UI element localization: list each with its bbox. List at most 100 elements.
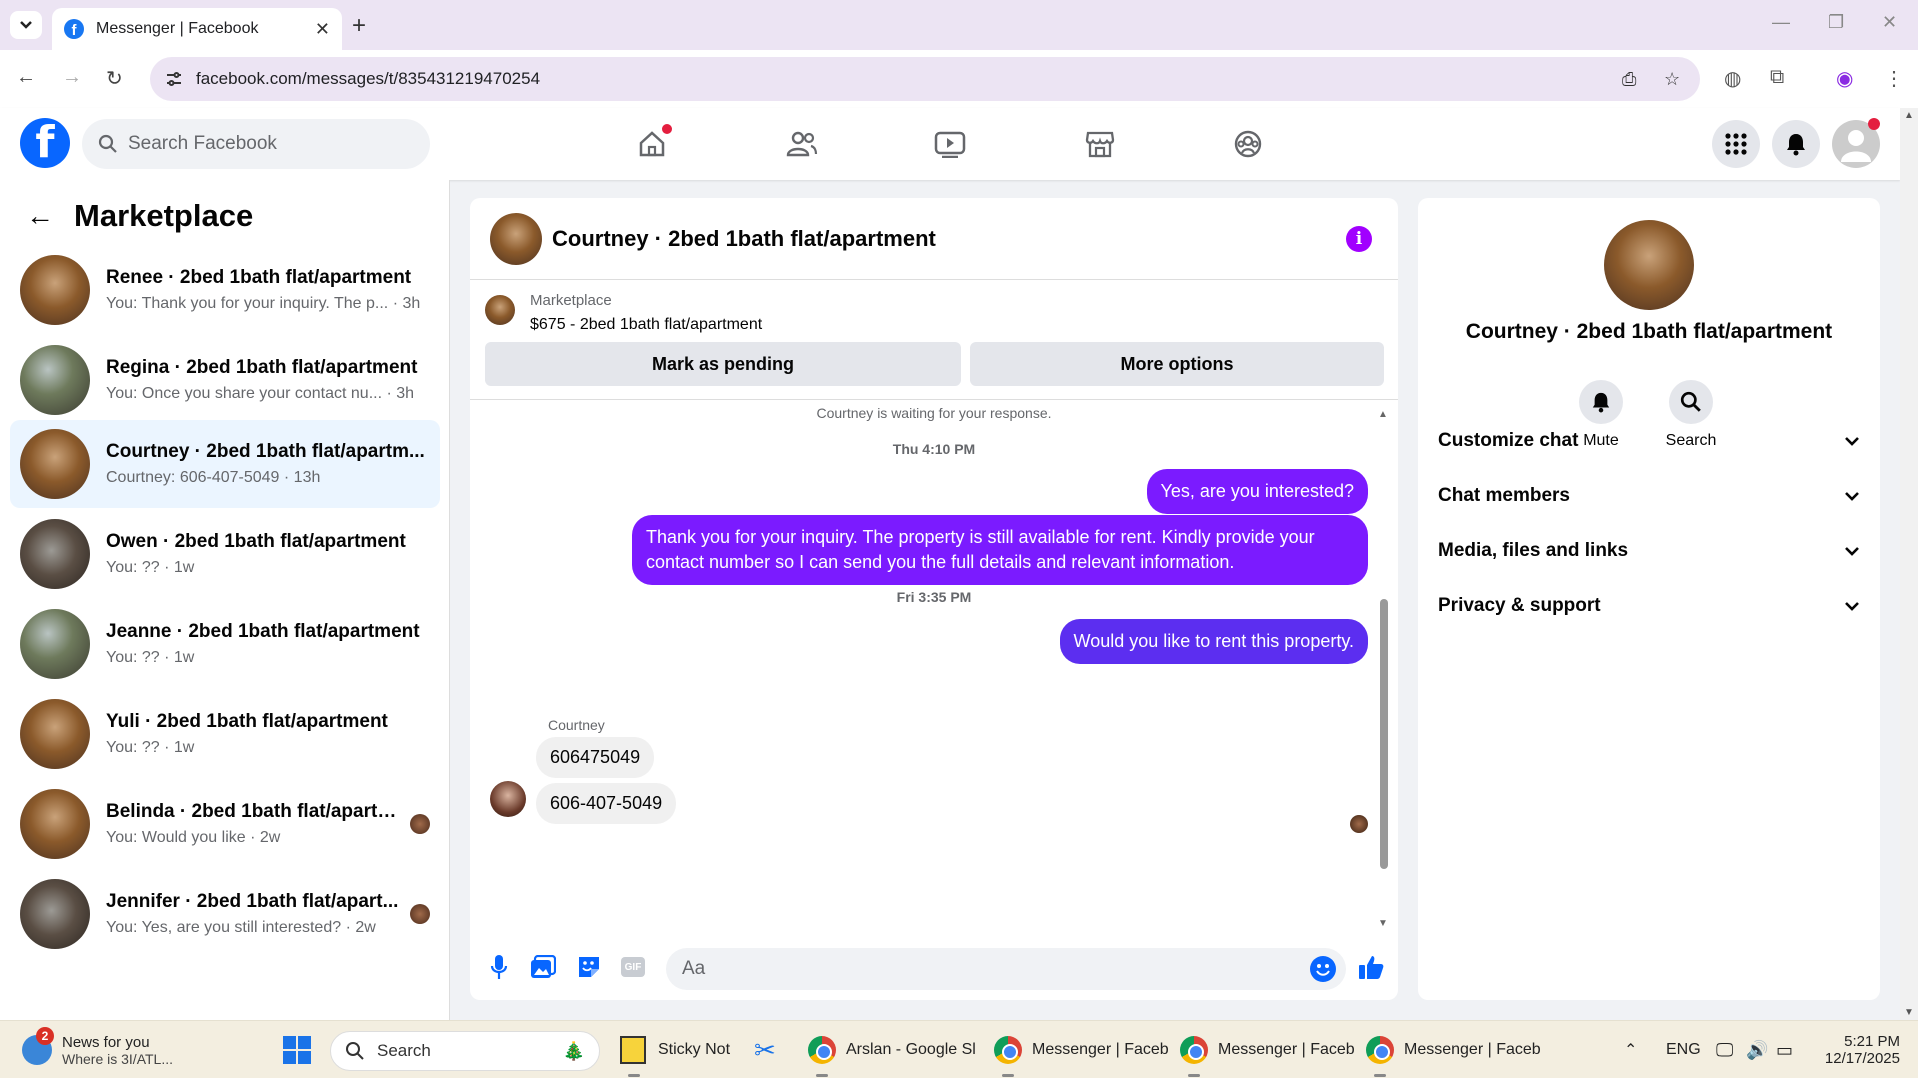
- snipping-tool-app[interactable]: ✂: [754, 1021, 776, 1078]
- chat-avatar[interactable]: [490, 212, 542, 265]
- media-files-links-row[interactable]: Media, files and links: [1438, 524, 1860, 578]
- news-widget[interactable]: 2 News for you Where is 3I/ATL...: [22, 1021, 173, 1078]
- privacy-support-row[interactable]: Privacy & support: [1438, 579, 1860, 633]
- page-scrollbar[interactable]: ▲ ▼: [1900, 108, 1918, 1020]
- restore-icon[interactable]: ❐: [1828, 12, 1844, 33]
- battery-icon[interactable]: ▭: [1776, 1021, 1793, 1078]
- account-avatar[interactable]: [1832, 118, 1880, 168]
- friends-icon[interactable]: [780, 122, 824, 166]
- chat-info-avatar[interactable]: [1604, 220, 1694, 310]
- groups-gaming-icon[interactable]: [1226, 122, 1270, 166]
- back-icon[interactable]: ←: [16, 66, 36, 89]
- tab-search-button[interactable]: [10, 11, 42, 39]
- home-icon[interactable]: [630, 122, 674, 166]
- info-icon[interactable]: i: [1346, 226, 1372, 252]
- running-indicator: [1002, 1074, 1014, 1077]
- mark-pending-button[interactable]: Mark as pending: [485, 342, 961, 386]
- sender-avatar[interactable]: [490, 781, 526, 817]
- chrome-app-sheets[interactable]: Arslan - Google Sl: [808, 1021, 976, 1078]
- app-label: Messenger | Faceb: [1404, 1041, 1541, 1058]
- volume-icon[interactable]: 🔊: [1746, 1021, 1768, 1078]
- conversation-item[interactable]: Owen · 2bed 1bath flat/apartment You: ?? …: [10, 510, 440, 598]
- scroll-down-icon[interactable]: ▼: [1904, 1007, 1914, 1018]
- incoming-message[interactable]: 606475049: [536, 737, 655, 778]
- taskbar-search[interactable]: Search 🎄: [330, 1031, 600, 1071]
- outgoing-message[interactable]: Thank you for your inquiry. The property…: [632, 515, 1368, 586]
- scroll-thumb[interactable]: [1380, 599, 1388, 869]
- like-thumb-icon[interactable]: [1356, 952, 1386, 982]
- weather-news-icon: 2: [22, 1027, 54, 1065]
- chat-members-row[interactable]: Chat members: [1438, 469, 1860, 523]
- chrome-icon: [808, 1036, 836, 1064]
- chat-panel: Courtney · 2bed 1bath flat/apartment i M…: [470, 198, 1398, 1000]
- notifications-bell-icon[interactable]: [1772, 120, 1820, 168]
- conversation-item[interactable]: Regina · 2bed 1bath flat/apartment You: O…: [10, 336, 440, 424]
- chevron-down-icon: [1845, 602, 1859, 611]
- chrome-app-messenger-2[interactable]: Messenger | Faceb: [1180, 1021, 1355, 1078]
- forward-icon[interactable]: →: [62, 66, 82, 89]
- new-tab-button[interactable]: +: [352, 12, 366, 40]
- site-settings-icon[interactable]: [164, 69, 184, 89]
- translate-icon[interactable]: ◍: [1724, 66, 1741, 91]
- chrome-app-messenger-1[interactable]: Messenger | Faceb: [994, 1021, 1169, 1078]
- scroll-up-icon[interactable]: ▲: [1904, 110, 1914, 121]
- message-composer: GIF Aa: [470, 936, 1398, 1000]
- listing-price-title[interactable]: $675 - 2bed 1bath flat/apartment: [530, 316, 762, 334]
- address-bar-row: ← → ↻ facebook.com/messages/t/8354312194…: [0, 50, 1918, 108]
- microphone-icon[interactable]: [484, 952, 514, 982]
- outgoing-message[interactable]: Would you like to rent this property.: [1059, 619, 1368, 665]
- conversation-item[interactable]: Yuli · 2bed 1bath flat/apartment You: ?? …: [10, 690, 440, 778]
- outgoing-message[interactable]: Yes, are you interested?: [1146, 469, 1368, 515]
- install-app-icon[interactable]: ⎙: [1622, 69, 1636, 90]
- close-window-icon[interactable]: ✕: [1882, 12, 1897, 33]
- marketplace-icon[interactable]: [1078, 122, 1122, 166]
- customize-chat-row[interactable]: Customize chat: [1438, 414, 1860, 468]
- message-list: Courtney is waiting for your response. T…: [470, 401, 1398, 931]
- reload-icon[interactable]: ↻: [106, 66, 123, 91]
- browser-tab[interactable]: f Messenger | Facebook ✕: [52, 8, 342, 50]
- omnibox[interactable]: facebook.com/messages/t/835431219470254 …: [150, 57, 1700, 101]
- start-button[interactable]: [282, 1021, 312, 1078]
- conversation-item[interactable]: Jennifer · 2bed 1bath flat/apart... You: …: [10, 870, 440, 958]
- extensions-icon[interactable]: ⧉: [1770, 66, 1784, 89]
- message-input[interactable]: Aa: [666, 948, 1346, 990]
- close-tab-icon[interactable]: ✕: [315, 19, 330, 40]
- clock[interactable]: 5:21 PM 12/17/2025: [1816, 1021, 1900, 1078]
- more-options-button[interactable]: More options: [970, 342, 1384, 386]
- incoming-message[interactable]: 606-407-5049: [536, 783, 677, 824]
- listing-avatar: [20, 519, 90, 589]
- conversation-item[interactable]: Renee · 2bed 1bath flat/apartment You: Th…: [10, 246, 440, 334]
- seen-avatar: [410, 904, 430, 924]
- gif-icon[interactable]: GIF: [618, 952, 648, 982]
- video-icon[interactable]: [928, 122, 972, 166]
- conversation-item[interactable]: Jeanne · 2bed 1bath flat/apartment You: ?…: [10, 600, 440, 688]
- sticky-notes-app[interactable]: Sticky Not: [620, 1021, 730, 1078]
- bookmark-star-icon[interactable]: ☆: [1664, 69, 1680, 90]
- conversation-item-active[interactable]: Courtney · 2bed 1bath flat/apartm... Cour…: [10, 420, 440, 508]
- menu-kebab-icon[interactable]: ⋮: [1884, 66, 1904, 91]
- scroll-down-icon[interactable]: ▼: [1378, 918, 1388, 929]
- url-text[interactable]: facebook.com/messages/t/835431219470254: [196, 69, 540, 89]
- conversation-name: Jennifer · 2bed 1bath flat/apart...: [106, 891, 399, 912]
- conversation-item[interactable]: Belinda · 2bed 1bath flat/apartm... You: …: [10, 780, 440, 868]
- minimize-icon[interactable]: —: [1772, 12, 1790, 33]
- language-indicator[interactable]: ENG: [1666, 1021, 1701, 1078]
- tray-overflow-icon[interactable]: ⌃: [1624, 1021, 1637, 1078]
- listing-avatar: [20, 429, 90, 499]
- app-label: Arslan - Google Sl: [846, 1041, 976, 1058]
- profile-icon[interactable]: ◉: [1836, 66, 1853, 91]
- chrome-app-messenger-3[interactable]: Messenger | Faceb: [1366, 1021, 1541, 1078]
- sticker-icon[interactable]: [574, 952, 604, 982]
- scroll-up-icon[interactable]: ▲: [1378, 409, 1388, 420]
- back-arrow-icon[interactable]: ←: [26, 200, 54, 232]
- photo-icon[interactable]: [528, 952, 558, 982]
- windows-taskbar: 2 News for you Where is 3I/ATL... Search…: [0, 1020, 1918, 1078]
- user-silhouette-icon: [1841, 130, 1871, 162]
- facebook-logo-icon[interactable]: f: [20, 118, 70, 168]
- menu-grid-icon[interactable]: [1712, 120, 1760, 168]
- facebook-search-input[interactable]: Search Facebook: [82, 119, 430, 169]
- chat-scrollbar[interactable]: ▲ ▼: [1378, 409, 1390, 929]
- chat-title[interactable]: Courtney · 2bed 1bath flat/apartment: [552, 226, 936, 252]
- emoji-icon[interactable]: [1310, 956, 1336, 982]
- network-icon[interactable]: 🖵: [1716, 1021, 1733, 1078]
